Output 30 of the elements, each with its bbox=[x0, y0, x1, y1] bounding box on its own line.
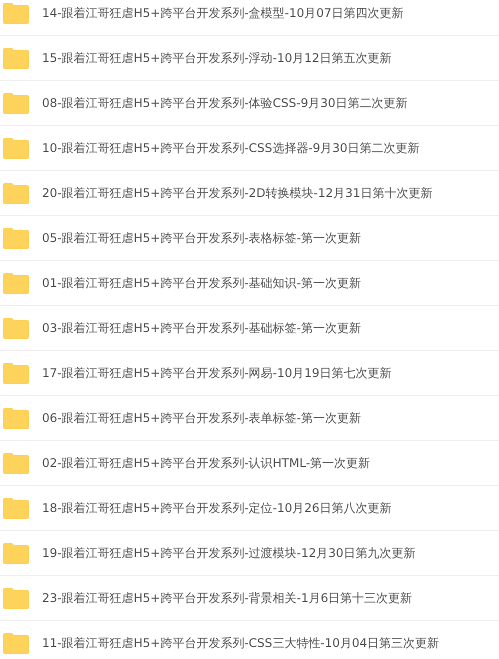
folder-icon bbox=[3, 3, 29, 24]
folder-name[interactable]: 18-跟着江哥狂虐H5+跨平台开发系列-定位-10月26日第八次更新 bbox=[42, 500, 392, 517]
folder-name[interactable]: 06-跟着江哥狂虐H5+跨平台开发系列-表单标签-第一次更新 bbox=[42, 410, 361, 427]
folder-name[interactable]: 15-跟着江哥狂虐H5+跨平台开发系列-浮动-10月12日第五次更新 bbox=[42, 50, 392, 67]
folder-icon bbox=[3, 93, 29, 114]
folder-icon bbox=[3, 48, 29, 69]
folder-icon bbox=[3, 453, 29, 474]
folder-name[interactable]: 17-跟着江哥狂虐H5+跨平台开发系列-网易-10月19日第七次更新 bbox=[42, 365, 392, 382]
folder-icon bbox=[3, 363, 29, 384]
folder-icon bbox=[3, 228, 29, 249]
folder-icon bbox=[3, 273, 29, 294]
folder-name[interactable]: 01-跟着江哥狂虐H5+跨平台开发系列-基础知识-第一次更新 bbox=[42, 275, 361, 292]
folder-name[interactable]: 11-跟着江哥狂虐H5+跨平台开发系列-CSS三大特性-10月04日第三次更新 bbox=[42, 635, 440, 652]
folder-icon bbox=[3, 588, 29, 609]
folder-icon bbox=[3, 543, 29, 564]
folder-icon bbox=[3, 408, 29, 429]
folder-name[interactable]: 19-跟着江哥狂虐H5+跨平台开发系列-过渡模块-12月30日第九次更新 bbox=[42, 545, 416, 562]
folder-name[interactable]: 23-跟着江哥狂虐H5+跨平台开发系列-背景相关-1月6日第十三次更新 bbox=[42, 590, 412, 607]
folder-name[interactable]: 02-跟着江哥狂虐H5+跨平台开发系列-认识HTML-第一次更新 bbox=[42, 455, 370, 472]
folder-name[interactable]: 20-跟着江哥狂虐H5+跨平台开发系列-2D转换模块-12月31日第十次更新 bbox=[42, 185, 432, 202]
folder-name[interactable]: 10-跟着江哥狂虐H5+跨平台开发系列-CSS选择器-9月30日第二次更新 bbox=[42, 140, 420, 157]
folder-icon bbox=[3, 318, 29, 339]
folder-name[interactable]: 03-跟着江哥狂虐H5+跨平台开发系列-基础标签-第一次更新 bbox=[42, 320, 361, 337]
folder-icon bbox=[3, 498, 29, 519]
folder-name[interactable]: 05-跟着江哥狂虐H5+跨平台开发系列-表格标签-第一次更新 bbox=[42, 230, 361, 247]
folder-icon bbox=[3, 138, 29, 159]
folder-icon bbox=[3, 633, 29, 654]
folder-name[interactable]: 14-跟着江哥狂虐H5+跨平台开发系列-盒模型-10月07日第四次更新 bbox=[42, 5, 404, 22]
folder-name[interactable]: 08-跟着江哥狂虐H5+跨平台开发系列-体验CSS-9月30日第二次更新 bbox=[42, 95, 408, 112]
folder-icon bbox=[3, 183, 29, 204]
